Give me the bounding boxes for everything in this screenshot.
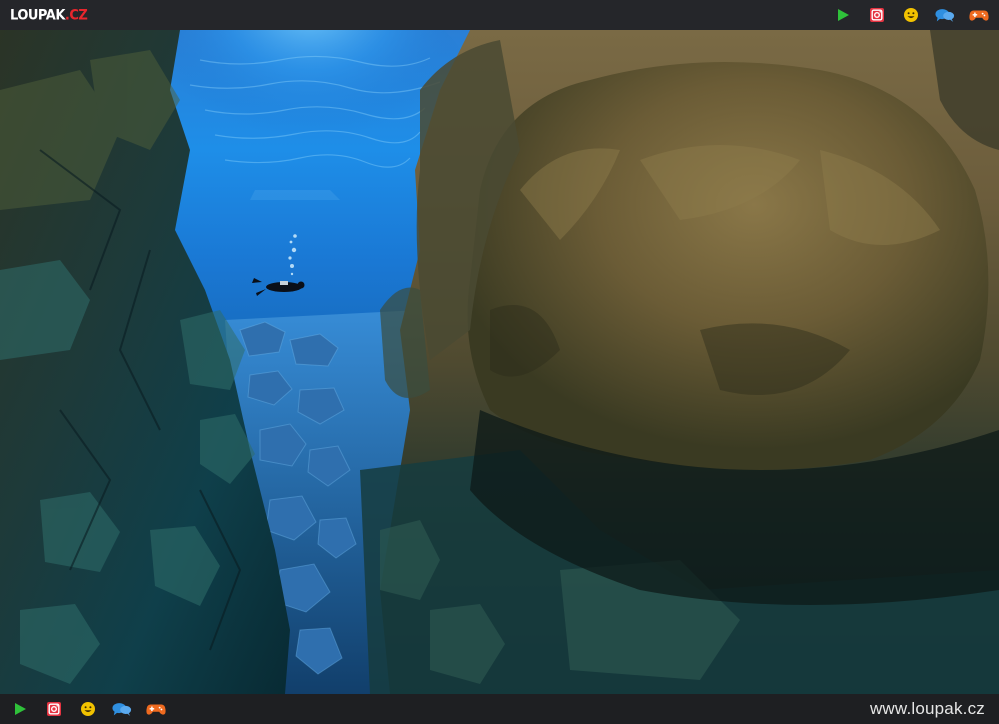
bottom-bar: www.loupak.cz [0, 694, 999, 724]
top-bar: LOUPAK. CZ [0, 0, 999, 30]
smiley-icon[interactable] [901, 5, 921, 25]
smiley-icon[interactable] [78, 699, 98, 719]
site-url-link[interactable]: www.loupak.cz [870, 699, 989, 719]
instagram-icon[interactable] [867, 5, 887, 25]
page-frame: LOUPAK. CZ www.loupak.cz [0, 0, 999, 724]
logo-domain: CZ [69, 6, 88, 24]
chat-icon[interactable] [112, 699, 132, 719]
gamepad-icon[interactable] [146, 699, 166, 719]
site-logo[interactable]: LOUPAK. CZ [10, 6, 88, 24]
instagram-icon[interactable] [44, 699, 64, 719]
top-icon-row [833, 5, 989, 25]
play-icon[interactable] [833, 5, 853, 25]
bottom-icon-row [10, 699, 166, 719]
underwater-canyon-photo [0, 30, 999, 694]
gamepad-icon[interactable] [969, 5, 989, 25]
photo-illustration [0, 30, 999, 694]
chat-icon[interactable] [935, 5, 955, 25]
play-icon[interactable] [10, 699, 30, 719]
logo-text: LOUPAK [10, 6, 65, 24]
